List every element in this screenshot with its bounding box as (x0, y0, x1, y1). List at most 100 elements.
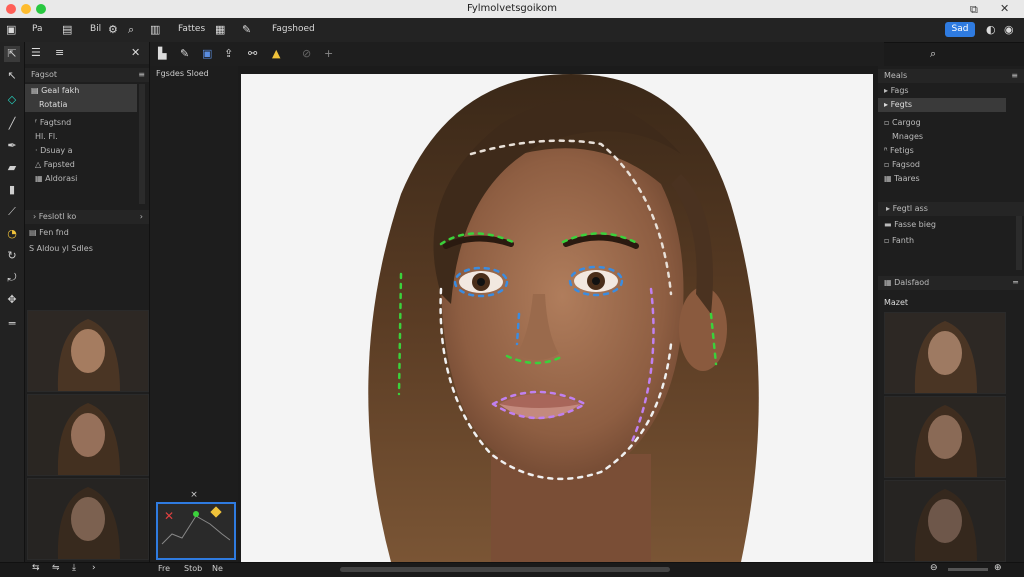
gear-icon[interactable]: ⚙ (108, 23, 118, 36)
lock-icon[interactable]: ▲ (272, 47, 280, 60)
tool-strip: ⇱ ↖ ◇ ╱ ✒ ▰ ▮ ⟋ ◔ ↻ ⤾ ✥ ═ (0, 42, 25, 562)
close-icon[interactable]: ✕ (1000, 2, 1009, 15)
link-icon[interactable]: ⊘ (302, 47, 311, 60)
popout-icon[interactable]: ⧉ (970, 3, 978, 17)
minimap-close-icon[interactable]: × (154, 490, 234, 500)
list-item[interactable]: ▫ Fagsod (878, 158, 1006, 172)
close-panel-icon[interactable]: ✕ (131, 46, 140, 59)
sub-item[interactable]: ▫ Fanth (884, 236, 914, 250)
scrollbar[interactable] (1016, 216, 1022, 270)
select-tool-icon[interactable]: ↖ (4, 68, 20, 84)
list-item[interactable]: ▦ Taares (878, 172, 1006, 186)
zoom-icon[interactable]: ⌕ (930, 47, 936, 61)
status-tab[interactable]: Stob (184, 564, 202, 573)
left-panel: ☰ ≡ ✕ Fagsot ≡ ▤ Geal fakh Rotatia ᶠ Fag… (25, 42, 150, 562)
transform-tool-icon[interactable]: ✥ (4, 292, 20, 308)
group-header[interactable]: ▸ Fegtl ass (878, 202, 1024, 216)
left-panel-tabs: ☰ ≡ ✕ (25, 42, 149, 64)
brush-tool-icon[interactable]: ╱ (4, 116, 20, 132)
pen-tool-icon[interactable]: ✒ (4, 138, 20, 154)
status-tab[interactable]: Fre (158, 564, 170, 573)
list-item[interactable]: Hl. Fl. (25, 130, 137, 144)
prev-icon[interactable]: ⇆ (32, 563, 40, 573)
list-item[interactable]: Mnages (878, 130, 1006, 144)
options-icon[interactable]: ≡ (1011, 71, 1018, 80)
user-avatar-icon[interactable]: ◐ (986, 23, 996, 36)
preview-thumbnail[interactable] (884, 480, 1006, 562)
window-title: Fylmolvetsgoikom (467, 3, 557, 14)
horizontal-scrollbar[interactable] (340, 567, 670, 572)
sub-item[interactable]: ▬ Fasse bieg (884, 220, 936, 234)
zoom-out-icon[interactable]: ⊖ (930, 563, 938, 573)
image-canvas[interactable] (241, 74, 873, 562)
menu-item[interactable]: Fagshoed (272, 24, 315, 34)
eraser-tool-icon[interactable]: ▮ (4, 182, 20, 198)
app-icon[interactable]: ▣ (6, 23, 16, 36)
left-panel-header: Fagsot ≡ (25, 68, 149, 82)
menu-item[interactable]: Bil (90, 24, 101, 34)
menu-icon[interactable]: ≡ (55, 46, 64, 59)
history-thumbnail[interactable] (27, 478, 149, 560)
menu-item[interactable]: Fattes (178, 24, 205, 34)
download-icon[interactable]: ⤓ (72, 563, 76, 573)
list-item[interactable]: ᴿ Fetigs (878, 144, 1006, 158)
adjust-icon[interactable]: ⚯ (248, 47, 257, 60)
list-item[interactable]: · Dsuay a (25, 144, 137, 158)
menu-item[interactable]: Pa (32, 24, 43, 34)
document-icon[interactable]: ▦ (215, 23, 225, 36)
edit-icon[interactable]: ✎ (180, 47, 189, 60)
section-header[interactable]: ▦ Dalsfaod ═ (878, 276, 1024, 290)
zoom-in-icon[interactable]: ⊕ (994, 563, 1002, 573)
sub-item[interactable]: ▤ Fen fnd (29, 228, 69, 242)
list-item[interactable]: ᶠ Fagtsnd (25, 116, 137, 130)
export-icon[interactable]: ⇪ (224, 47, 233, 60)
canvas-toolbar: ▙ ✎ ▣ ⇪ ⚯ ▲ ⊘ + ⌕ (150, 42, 936, 66)
right-panel-header: Meals ≡ (878, 69, 1024, 83)
bucket-tool-icon[interactable]: ◔ (4, 226, 20, 242)
share-button[interactable]: Sad (945, 22, 975, 37)
zoom-slider[interactable] (948, 568, 988, 571)
more-tools-icon[interactable]: ═ (4, 316, 20, 332)
sub-item[interactable]: S Aldou yl Sdles (29, 244, 93, 258)
list-item[interactable]: Rotatia (25, 98, 137, 112)
group-header[interactable]: › Feslotl ko › (25, 210, 149, 224)
crop-tool-icon[interactable]: ▰ (4, 160, 20, 176)
move-tool-icon[interactable]: ⇱ (4, 46, 20, 62)
panel-title: Fagsot (31, 70, 58, 79)
add-icon[interactable]: + (324, 47, 333, 60)
list-item[interactable]: ▫ Cargog (878, 116, 1006, 130)
portrait-image (368, 74, 759, 562)
list-item[interactable]: ▸ Fags (878, 84, 1006, 98)
layers-icon[interactable]: ▥ (150, 23, 160, 36)
list-item[interactable]: ▦ Aldorasi (25, 172, 137, 186)
options-icon[interactable]: ≡ (138, 70, 145, 79)
preview-thumbnail[interactable] (884, 396, 1006, 478)
folder-icon[interactable]: ▤ (62, 23, 72, 36)
list-item[interactable]: ▸ Fegts (878, 98, 1006, 112)
save-icon[interactable]: ▣ (202, 47, 212, 60)
next-icon[interactable]: › (92, 563, 96, 573)
scrollbar[interactable] (139, 84, 145, 204)
list-item[interactable]: ▤ Geal fakh (25, 84, 137, 98)
pen-icon[interactable]: ✎ (242, 23, 251, 36)
history-thumbnail[interactable] (27, 394, 149, 476)
status-tab[interactable]: Ne (212, 564, 223, 573)
panel-title: Meals (884, 71, 908, 80)
path-tool-icon[interactable]: ↻ (4, 248, 20, 264)
preview-thumbnail[interactable] (884, 312, 1006, 394)
left-panel-list: ▤ Geal fakh Rotatia ᶠ Fagtsnd Hl. Fl. · … (25, 84, 137, 186)
eyedropper-tool-icon[interactable]: ⟋ (4, 204, 20, 220)
history-thumbnail[interactable] (27, 310, 149, 392)
lasso-tool-icon[interactable]: ◇ (4, 92, 20, 108)
right-panel: Meals ≡ ▸ Fags ▸ Fegts ▫ Cargog Mnages ᴿ… (878, 66, 1024, 562)
navigator-preview[interactable]: ✕ (156, 502, 236, 560)
list-icon[interactable]: ☰ (31, 46, 41, 59)
swap-icon[interactable]: ⇋ (52, 563, 60, 573)
list-item[interactable]: △ Fapsted (25, 158, 137, 172)
status-bar: ⇆ ⇋ ⤓ › Fre Stob Ne ⊖ ⊕ (0, 562, 1024, 577)
secondary-panel: Fgsdes Sloed × ✕ (150, 66, 238, 562)
rotate-tool-icon[interactable]: ⤾ (4, 270, 20, 286)
settings-icon[interactable]: ◉ (1004, 23, 1014, 36)
search-icon[interactable]: ⌕ (128, 23, 134, 37)
new-file-icon[interactable]: ▙ (158, 47, 166, 60)
